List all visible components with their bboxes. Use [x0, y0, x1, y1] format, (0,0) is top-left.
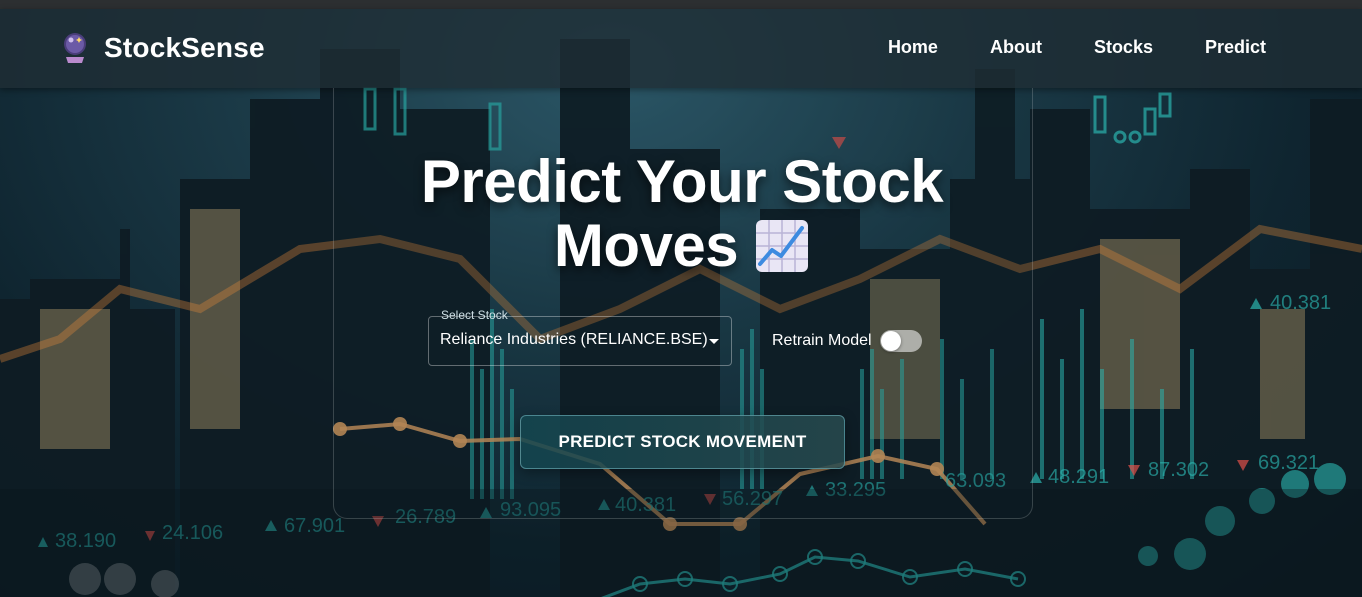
- top-navbar: StockSense Home About Stocks Predict: [0, 9, 1362, 88]
- caret-down-icon: [709, 339, 719, 344]
- svg-text:69.321: 69.321: [1258, 452, 1319, 474]
- predict-button[interactable]: PREDICT STOCK MOVEMENT: [520, 415, 845, 469]
- hero-title-line2-wrap: Moves: [333, 214, 1031, 278]
- toggle-knob: [880, 331, 901, 351]
- hero-title: Predict Your Stock Moves: [333, 150, 1031, 278]
- retrain-toggle[interactable]: [879, 330, 922, 352]
- window-top-strip: [0, 0, 1362, 9]
- retrain-label: Retrain Model: [772, 332, 872, 349]
- brand[interactable]: StockSense: [60, 31, 265, 65]
- nav-link-stocks[interactable]: Stocks: [1094, 37, 1153, 58]
- svg-text:40.381: 40.381: [1270, 292, 1331, 314]
- hero-title-line1: Predict Your Stock: [420, 148, 944, 215]
- stock-select-label: Select Stock: [441, 308, 508, 322]
- brand-name: StockSense: [104, 32, 265, 63]
- svg-text:87.302: 87.302: [1148, 459, 1209, 481]
- crystal-ball-icon: [60, 31, 90, 65]
- stock-select-value: Reliance Industries (RELIANCE.BSE): [440, 331, 708, 348]
- svg-text:48.291: 48.291: [1048, 466, 1109, 488]
- hero-title-line2: Moves: [553, 212, 739, 279]
- nav-link-about[interactable]: About: [990, 37, 1042, 58]
- nav-link-home[interactable]: Home: [888, 37, 938, 58]
- retrain-control: Retrain Model: [772, 330, 922, 352]
- stock-select[interactable]: Select Stock Reliance Industries (RELIAN…: [428, 308, 732, 366]
- nav-link-predict[interactable]: Predict: [1205, 37, 1266, 58]
- main-nav: Home About Stocks Predict: [888, 37, 1266, 58]
- chart-increasing-icon: [754, 218, 810, 274]
